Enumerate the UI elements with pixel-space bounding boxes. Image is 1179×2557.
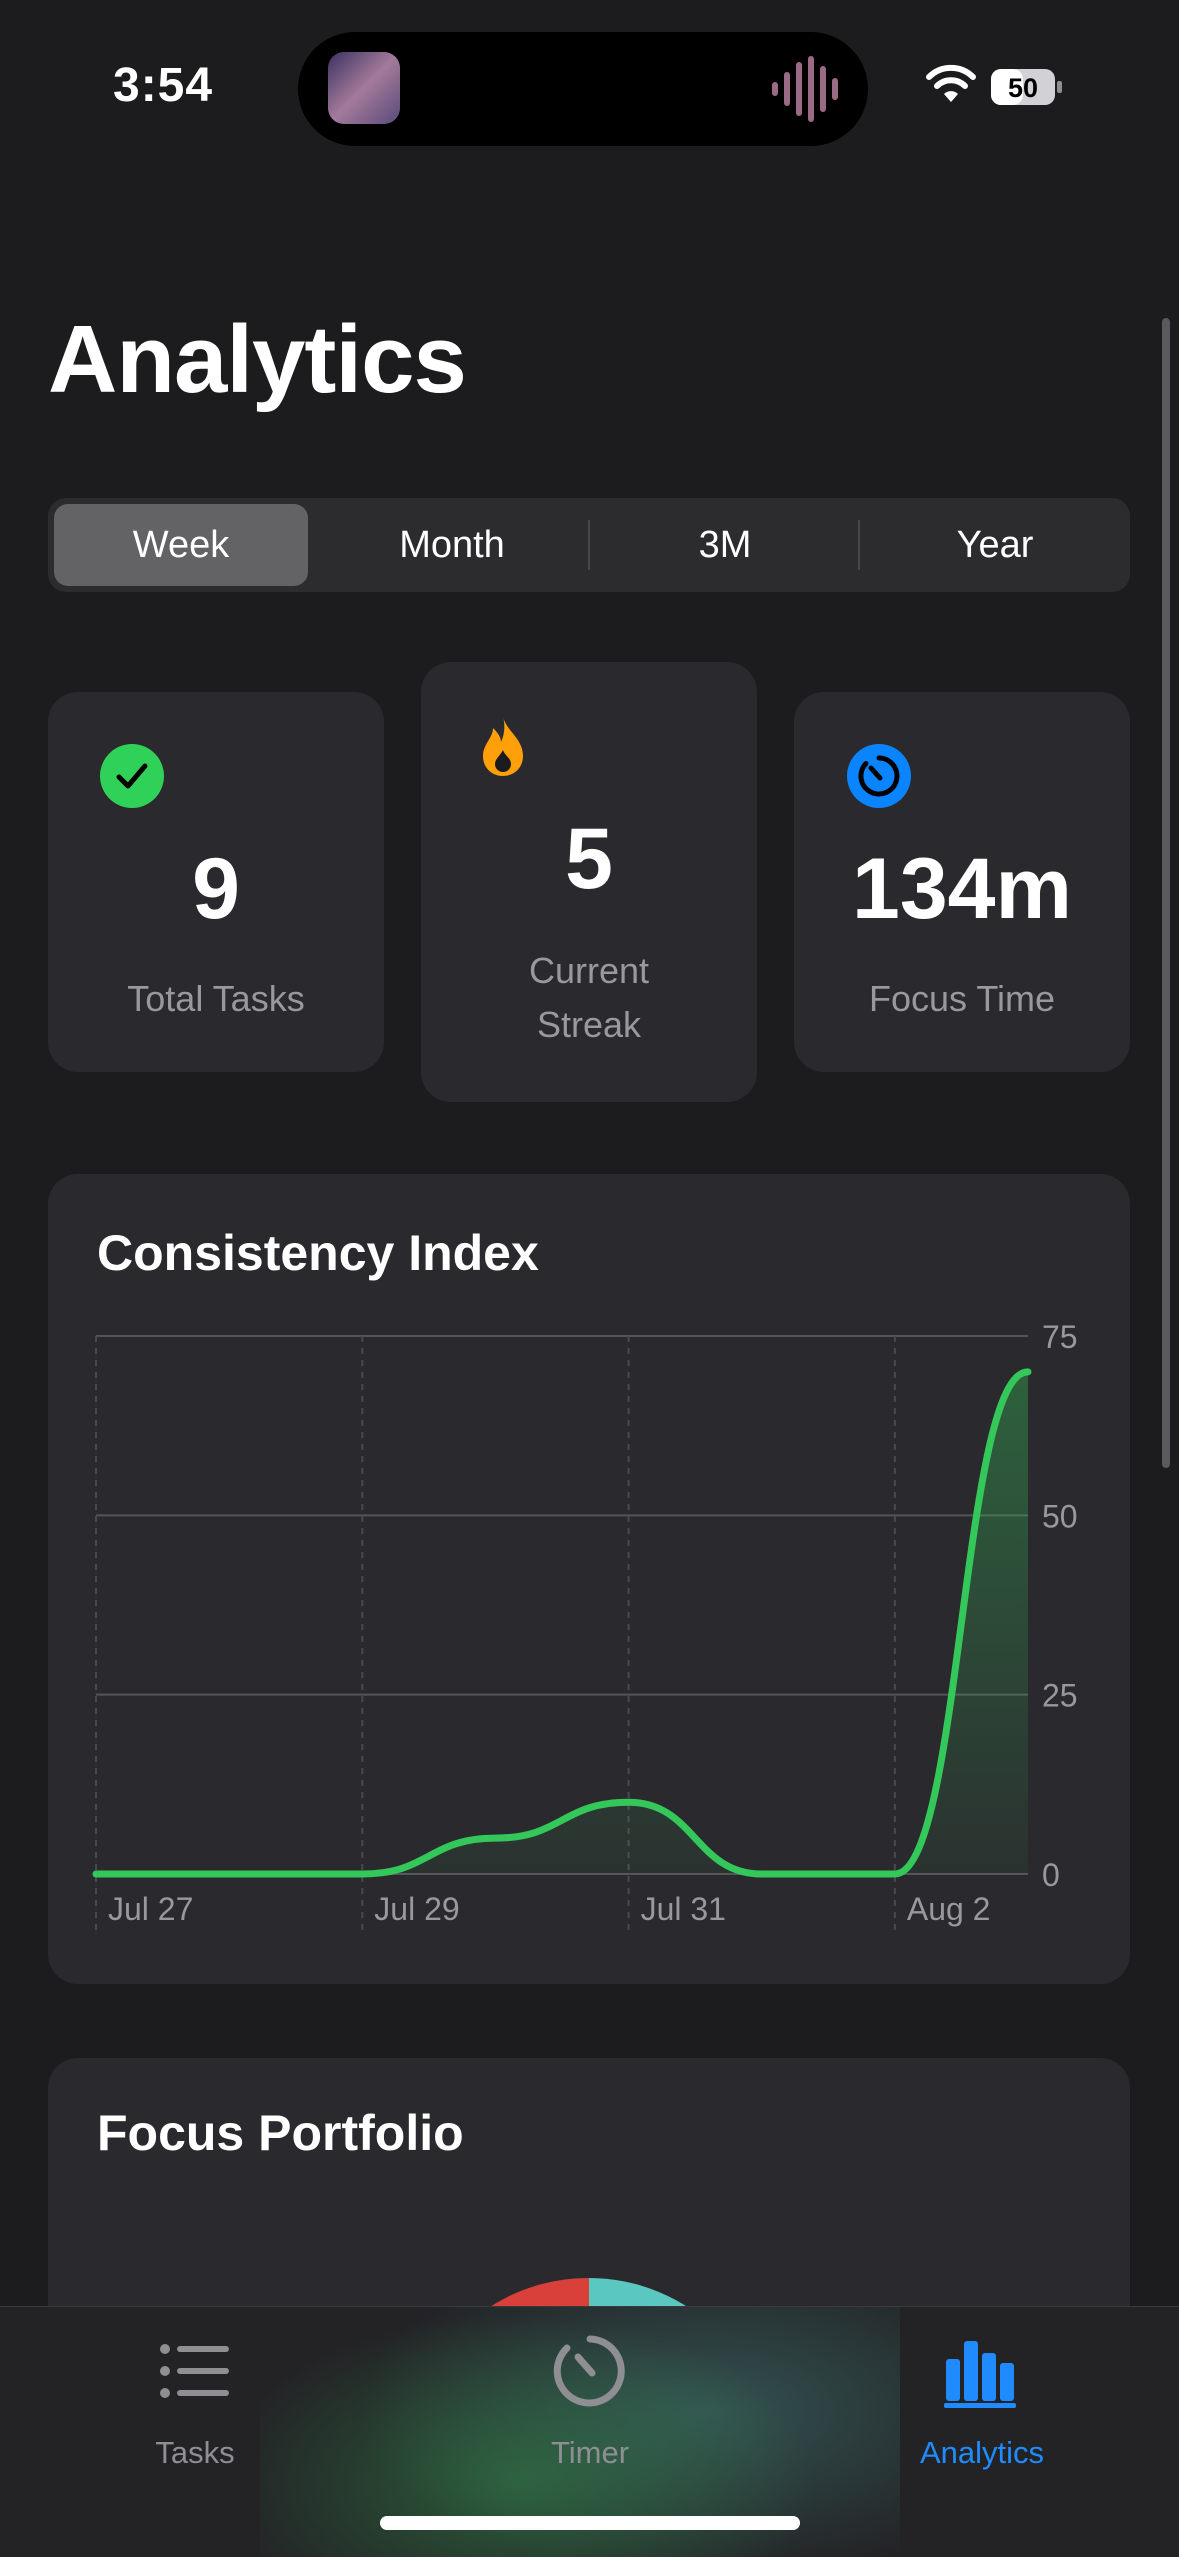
segment-year[interactable]: Year bbox=[866, 504, 1124, 586]
y-tick-label: 0 bbox=[1042, 1857, 1060, 1893]
stat-value: 134m bbox=[794, 840, 1130, 939]
tab-label: Analytics bbox=[832, 2435, 1132, 2471]
x-tick-label: Aug 2 bbox=[907, 1891, 991, 1927]
stat-label-line: Current bbox=[421, 944, 757, 998]
stat-card-current-streak: 5 Current Streak bbox=[421, 662, 757, 1102]
scroll-indicator[interactable] bbox=[1162, 318, 1170, 1468]
audio-waveform-icon bbox=[772, 54, 838, 124]
segment-week[interactable]: Week bbox=[54, 504, 308, 586]
now-playing-artwork bbox=[328, 52, 400, 124]
consistency-chart[interactable]: 0 25 50 75 Jul 27 Jul 29 Jul 31 Aug 2 bbox=[48, 1174, 1130, 1984]
dynamic-island[interactable] bbox=[298, 32, 868, 146]
stat-card-total-tasks: 9 Total Tasks bbox=[48, 692, 384, 1072]
stat-label-line: Streak bbox=[421, 998, 757, 1052]
battery-level: 50 bbox=[1008, 73, 1038, 103]
tab-analytics[interactable]: Analytics bbox=[832, 2307, 1132, 2507]
home-indicator[interactable] bbox=[380, 2516, 800, 2530]
tab-timer[interactable]: Timer bbox=[440, 2307, 740, 2507]
status-time: 3:54 bbox=[113, 58, 213, 113]
stat-label: Focus Time bbox=[794, 972, 1130, 1026]
list-icon bbox=[155, 2331, 235, 2411]
series-area bbox=[96, 1372, 1028, 1874]
page-title: Analytics bbox=[48, 305, 466, 415]
range-segmented-control[interactable]: Week Month 3M Year bbox=[48, 498, 1130, 592]
bar-chart-icon bbox=[942, 2331, 1022, 2411]
x-tick-label: Jul 31 bbox=[641, 1891, 726, 1927]
tab-tasks[interactable]: Tasks bbox=[45, 2307, 345, 2507]
segment-divider bbox=[588, 520, 590, 570]
segment-divider bbox=[858, 520, 860, 570]
segment-month[interactable]: Month bbox=[322, 504, 582, 586]
timer-icon bbox=[847, 744, 911, 808]
series-line bbox=[96, 1372, 1028, 1874]
x-tick-label: Jul 29 bbox=[374, 1891, 459, 1927]
segment-3m[interactable]: 3M bbox=[594, 504, 856, 586]
flame-icon bbox=[471, 714, 535, 778]
wifi-icon bbox=[925, 64, 977, 104]
stat-label: Total Tasks bbox=[48, 972, 384, 1026]
y-tick-label: 25 bbox=[1042, 1678, 1078, 1714]
stat-value: 9 bbox=[48, 840, 384, 939]
y-tick-label: 50 bbox=[1042, 1498, 1078, 1534]
timer-gauge-icon bbox=[550, 2331, 630, 2411]
tab-label: Tasks bbox=[45, 2435, 345, 2471]
tab-label: Timer bbox=[440, 2435, 740, 2471]
checkmark-circle-icon bbox=[100, 744, 164, 808]
stat-value: 5 bbox=[421, 810, 757, 909]
consistency-card: Consistency Index 0255075Jul 27Jul 29Jul… bbox=[48, 1174, 1130, 1984]
stat-label: Current Streak bbox=[421, 944, 757, 1052]
battery-icon: 50 bbox=[990, 68, 1064, 106]
y-tick-label: 75 bbox=[1042, 1319, 1078, 1355]
status-bar: 3:54 50 bbox=[0, 0, 1179, 150]
x-tick-label: Jul 27 bbox=[108, 1891, 193, 1927]
stat-card-focus-time: 134m Focus Time bbox=[794, 692, 1130, 1072]
